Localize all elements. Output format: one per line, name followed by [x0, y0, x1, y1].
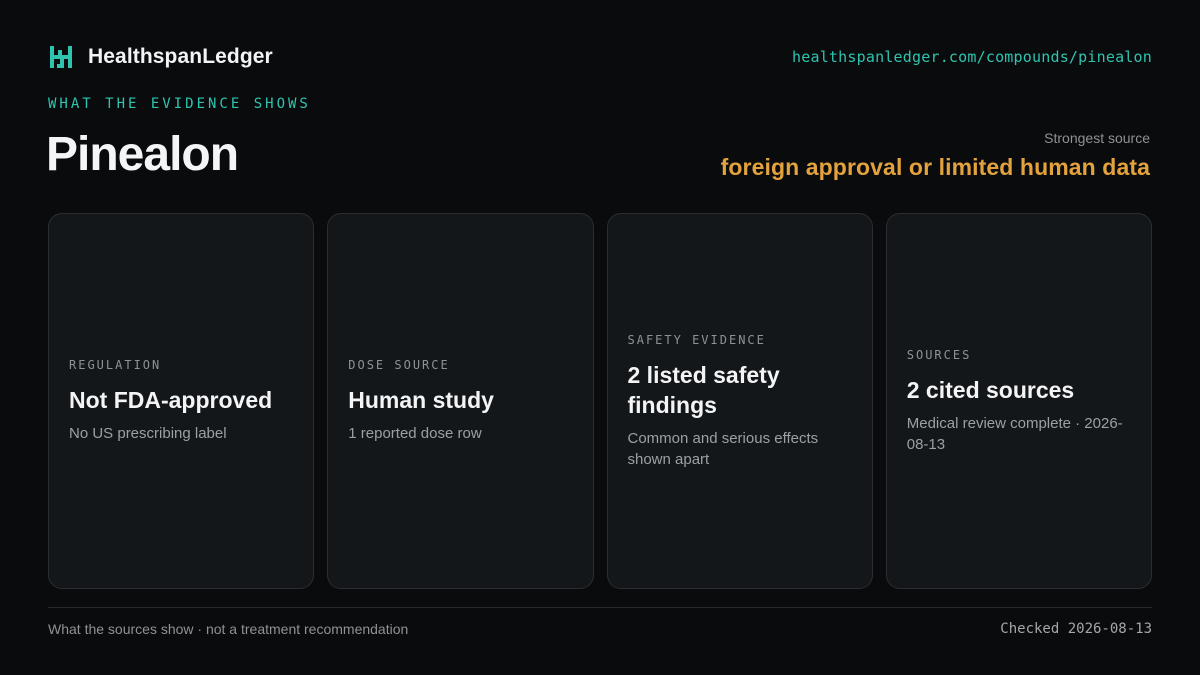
card-note: No US prescribing label [69, 425, 227, 442]
card-note: 1 reported dose row [348, 425, 482, 442]
card-label: SOURCES [906, 347, 972, 362]
card-value: Human study [348, 387, 494, 413]
card-dose-source: DOSE SOURCE Human study 1 reported dose … [327, 213, 594, 589]
evidence-cards: REGULATION Not FDA-approved No US prescr… [48, 213, 1152, 589]
card-regulation: REGULATION Not FDA-approved No US prescr… [48, 213, 315, 589]
footer: What the sources show · not a treatment … [48, 621, 1152, 637]
brand-name: HealthspanLedger [88, 45, 273, 68]
footer-disclaimer: What the sources show · not a treatment … [48, 621, 409, 637]
strongest-source: Strongest source foreign approval or lim… [721, 130, 1150, 181]
card-label: SAFETY EVIDENCE [627, 332, 766, 347]
footer-divider [48, 607, 1152, 608]
brand[interactable]: HealthspanLedger [48, 44, 273, 70]
section-eyebrow: WHAT THE EVIDENCE SHOWS [48, 96, 311, 112]
strongest-source-value: foreign approval or limited human data [720, 154, 1150, 180]
card-value: Not FDA-approved [69, 387, 273, 413]
card-value: 2 cited sources [906, 376, 1075, 403]
card-label: REGULATION [69, 358, 162, 372]
strongest-source-label: Strongest source [1044, 130, 1150, 146]
card-safety-evidence: SAFETY EVIDENCE 2 listed safety findings… [606, 213, 873, 589]
card-value: 2 listed safety findings [627, 361, 780, 418]
header: HealthspanLedger healthspanledger.com/co… [48, 38, 1152, 76]
card-note: Medical review complete · 2026-08-13 [906, 414, 1123, 453]
card-note: Common and serious effects shown apart [627, 429, 819, 468]
card-sources: SOURCES 2 cited sources Medical review c… [885, 213, 1152, 589]
card-label: DOSE SOURCE [348, 358, 450, 372]
ledger-h-icon [50, 46, 72, 68]
page-url[interactable]: healthspanledger.com/compounds/pinealon [792, 48, 1152, 66]
page-title: Pinealon [46, 128, 239, 181]
checked-date: Checked 2026-08-13 [1000, 621, 1152, 637]
